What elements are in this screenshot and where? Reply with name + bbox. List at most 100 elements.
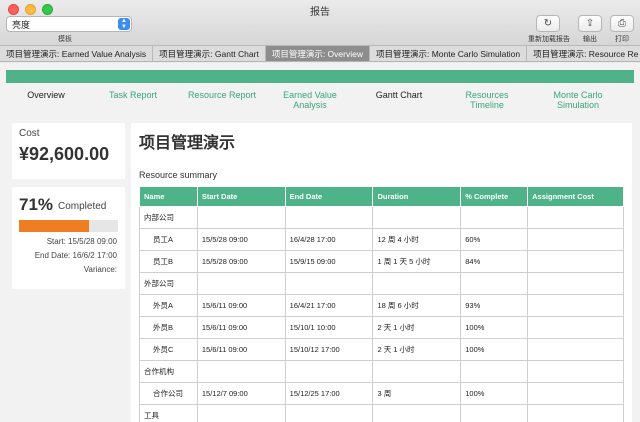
progress-bar-fill xyxy=(19,220,90,232)
resource-cost xyxy=(527,382,624,405)
resource-cost xyxy=(527,338,624,361)
resource-complete: 100% xyxy=(460,316,529,339)
resource-start: 15/12/7 09:00 xyxy=(196,382,286,405)
resource-start: 15/6/11 09:00 xyxy=(196,294,286,317)
progress-bar xyxy=(19,220,118,232)
resource-name: 外员A xyxy=(139,294,198,317)
table-row: 外员B 15/6/11 09:00 15/10/1 10:00 2 天 1 小时… xyxy=(139,316,624,339)
resource-duration: 1 周 1 天 5 小时 xyxy=(372,250,462,273)
resource-duration: 2 天 1 小时 xyxy=(372,338,462,361)
cost-card: Cost ¥92,600.00 xyxy=(12,123,125,179)
template-select[interactable]: 亮度 ▲ ▼ xyxy=(6,16,132,32)
resource-complete: 93% xyxy=(460,294,529,317)
resource-end: 15/10/1 10:00 xyxy=(284,316,374,339)
resource-name: 合作公司 xyxy=(139,382,198,405)
tab-earned-value-analysis[interactable]: 项目管理演示: Earned Value Analysis xyxy=(0,46,154,61)
resource-cost xyxy=(527,316,624,339)
group-name: 合作机构 xyxy=(139,360,198,383)
select-arrows-icon: ▲ ▼ xyxy=(118,18,130,30)
column-header-percent-complete[interactable]: % Complete xyxy=(460,186,529,207)
resource-start: 15/5/28 09:00 xyxy=(196,250,286,273)
resource-complete: 100% xyxy=(460,382,529,405)
project-title: 项目管理演示 xyxy=(139,135,236,152)
table-row: 外员C 15/6/11 09:00 15/10/12 17:00 2 天 1 小… xyxy=(139,338,624,361)
resource-duration: 2 天 1 小时 xyxy=(372,316,462,339)
column-header-end-date[interactable]: End Date xyxy=(284,186,374,207)
export-icon: ⇪ xyxy=(585,18,595,29)
resource-duration: 18 周 6 小时 xyxy=(372,294,462,317)
nav-monte-carlo-line2: Simulation xyxy=(556,100,600,110)
column-header-assignment-cost[interactable]: Assignment Cost xyxy=(527,186,624,207)
nav-task-report[interactable]: Task Report xyxy=(100,90,166,100)
report-tab-bar: 项目管理演示: Earned Value Analysis 项目管理演示: Ga… xyxy=(0,46,640,62)
start-date: Start: 15/5/28 09:00 xyxy=(46,237,117,246)
resource-end: 15/12/25 17:00 xyxy=(284,382,374,405)
table-group-row: 合作机构 xyxy=(139,360,624,383)
resource-start: 15/5/28 09:00 xyxy=(196,228,286,251)
template-select-value: 亮度 xyxy=(12,20,31,30)
resource-cost xyxy=(527,228,624,251)
percent-complete-label: Completed xyxy=(58,201,107,212)
resource-summary-title: Resource summary xyxy=(139,170,218,180)
cost-title: Cost xyxy=(19,128,40,139)
print-label: 打印 xyxy=(615,36,629,43)
variance: Variance: xyxy=(83,265,117,274)
tab-overview[interactable]: 项目管理演示: Overview xyxy=(265,46,370,61)
column-header-name[interactable]: Name xyxy=(139,186,198,207)
reload-report-label: 重新加载报告 xyxy=(528,36,570,43)
resource-end: 15/9/15 09:00 xyxy=(284,250,374,273)
nav-monte-carlo-simulation[interactable]: Monte Carlo Simulation xyxy=(538,90,618,110)
cost-value: ¥92,600.00 xyxy=(19,144,110,164)
resource-duration: 12 周 4 小时 xyxy=(372,228,462,251)
table-row: 员工A 15/5/28 09:00 16/4/28 17:00 12 周 4 小… xyxy=(139,228,624,251)
resource-end: 15/10/12 17:00 xyxy=(284,338,374,361)
tab-resource-report[interactable]: 项目管理演示: Resource Re xyxy=(527,46,640,61)
reload-icon: ↻ xyxy=(543,18,553,29)
resource-complete: 84% xyxy=(460,250,529,273)
table-group-row: 工具 xyxy=(139,404,624,422)
resource-start: 15/6/11 09:00 xyxy=(196,338,286,361)
resource-name: 外员B xyxy=(139,316,198,339)
table-group-row: 外部公司 xyxy=(139,272,624,295)
resource-end: 16/4/21 17:00 xyxy=(284,294,374,317)
resource-start: 15/6/11 09:00 xyxy=(196,316,286,339)
table-header-row: Name Start Date End Date Duration % Comp… xyxy=(139,186,624,207)
report-header-bar xyxy=(6,70,634,83)
nav-earned-value-line1: Earned Value xyxy=(283,90,337,100)
resource-end: 16/4/28 17:00 xyxy=(284,228,374,251)
print-button[interactable]: ⎙ xyxy=(610,15,634,32)
group-name: 内部公司 xyxy=(139,206,198,229)
report-canvas: Overview Task Report Resource Report Ear… xyxy=(0,63,640,422)
resource-name: 外员C xyxy=(139,338,198,361)
nav-resources-timeline-line1: Resources xyxy=(465,90,509,100)
window-toolbar: 报告 亮度 ▲ ▼ 模板 ↻ 重新加载报告 ⇪ 输出 ⎙ 打印 xyxy=(0,0,640,46)
nav-gantt-chart[interactable]: Gantt Chart xyxy=(362,90,436,100)
table-row: 合作公司 15/12/7 09:00 15/12/25 17:00 3 周 10… xyxy=(139,382,624,405)
nav-earned-value-analysis[interactable]: Earned Value Analysis xyxy=(272,90,348,110)
nav-resources-timeline[interactable]: Resources Timeline xyxy=(450,90,524,110)
resource-name: 员工A xyxy=(139,228,198,251)
resource-complete: 100% xyxy=(460,338,529,361)
group-name: 外部公司 xyxy=(139,272,198,295)
group-name: 工具 xyxy=(139,404,198,422)
overview-main-card: 项目管理演示 Resource summary Name Start Date … xyxy=(131,123,632,422)
end-date: End Date: 16/6/2 17:00 xyxy=(34,251,117,260)
nav-monte-carlo-line1: Monte Carlo xyxy=(553,90,603,100)
table-row: 外员A 15/6/11 09:00 16/4/21 17:00 18 周 6 小… xyxy=(139,294,624,317)
resource-duration: 3 周 xyxy=(372,382,462,405)
column-header-duration[interactable]: Duration xyxy=(372,186,462,207)
reload-report-button[interactable]: ↻ xyxy=(536,15,560,32)
resource-summary-table: Name Start Date End Date Duration % Comp… xyxy=(139,186,624,422)
tab-gantt-chart[interactable]: 项目管理演示: Gantt Chart xyxy=(153,46,266,61)
resource-cost xyxy=(527,250,624,273)
column-header-start-date[interactable]: Start Date xyxy=(196,186,286,207)
resource-name: 员工B xyxy=(139,250,198,273)
export-button[interactable]: ⇪ xyxy=(578,15,602,32)
nav-resource-report[interactable]: Resource Report xyxy=(180,90,264,100)
table-group-row: 内部公司 xyxy=(139,206,624,229)
tab-monte-carlo-simulation[interactable]: 项目管理演示: Monte Carlo Simulation xyxy=(370,46,528,61)
nav-overview[interactable]: Overview xyxy=(14,90,78,100)
resource-cost xyxy=(527,294,624,317)
resource-complete: 60% xyxy=(460,228,529,251)
table-row: 员工B 15/5/28 09:00 15/9/15 09:00 1 周 1 天 … xyxy=(139,250,624,273)
